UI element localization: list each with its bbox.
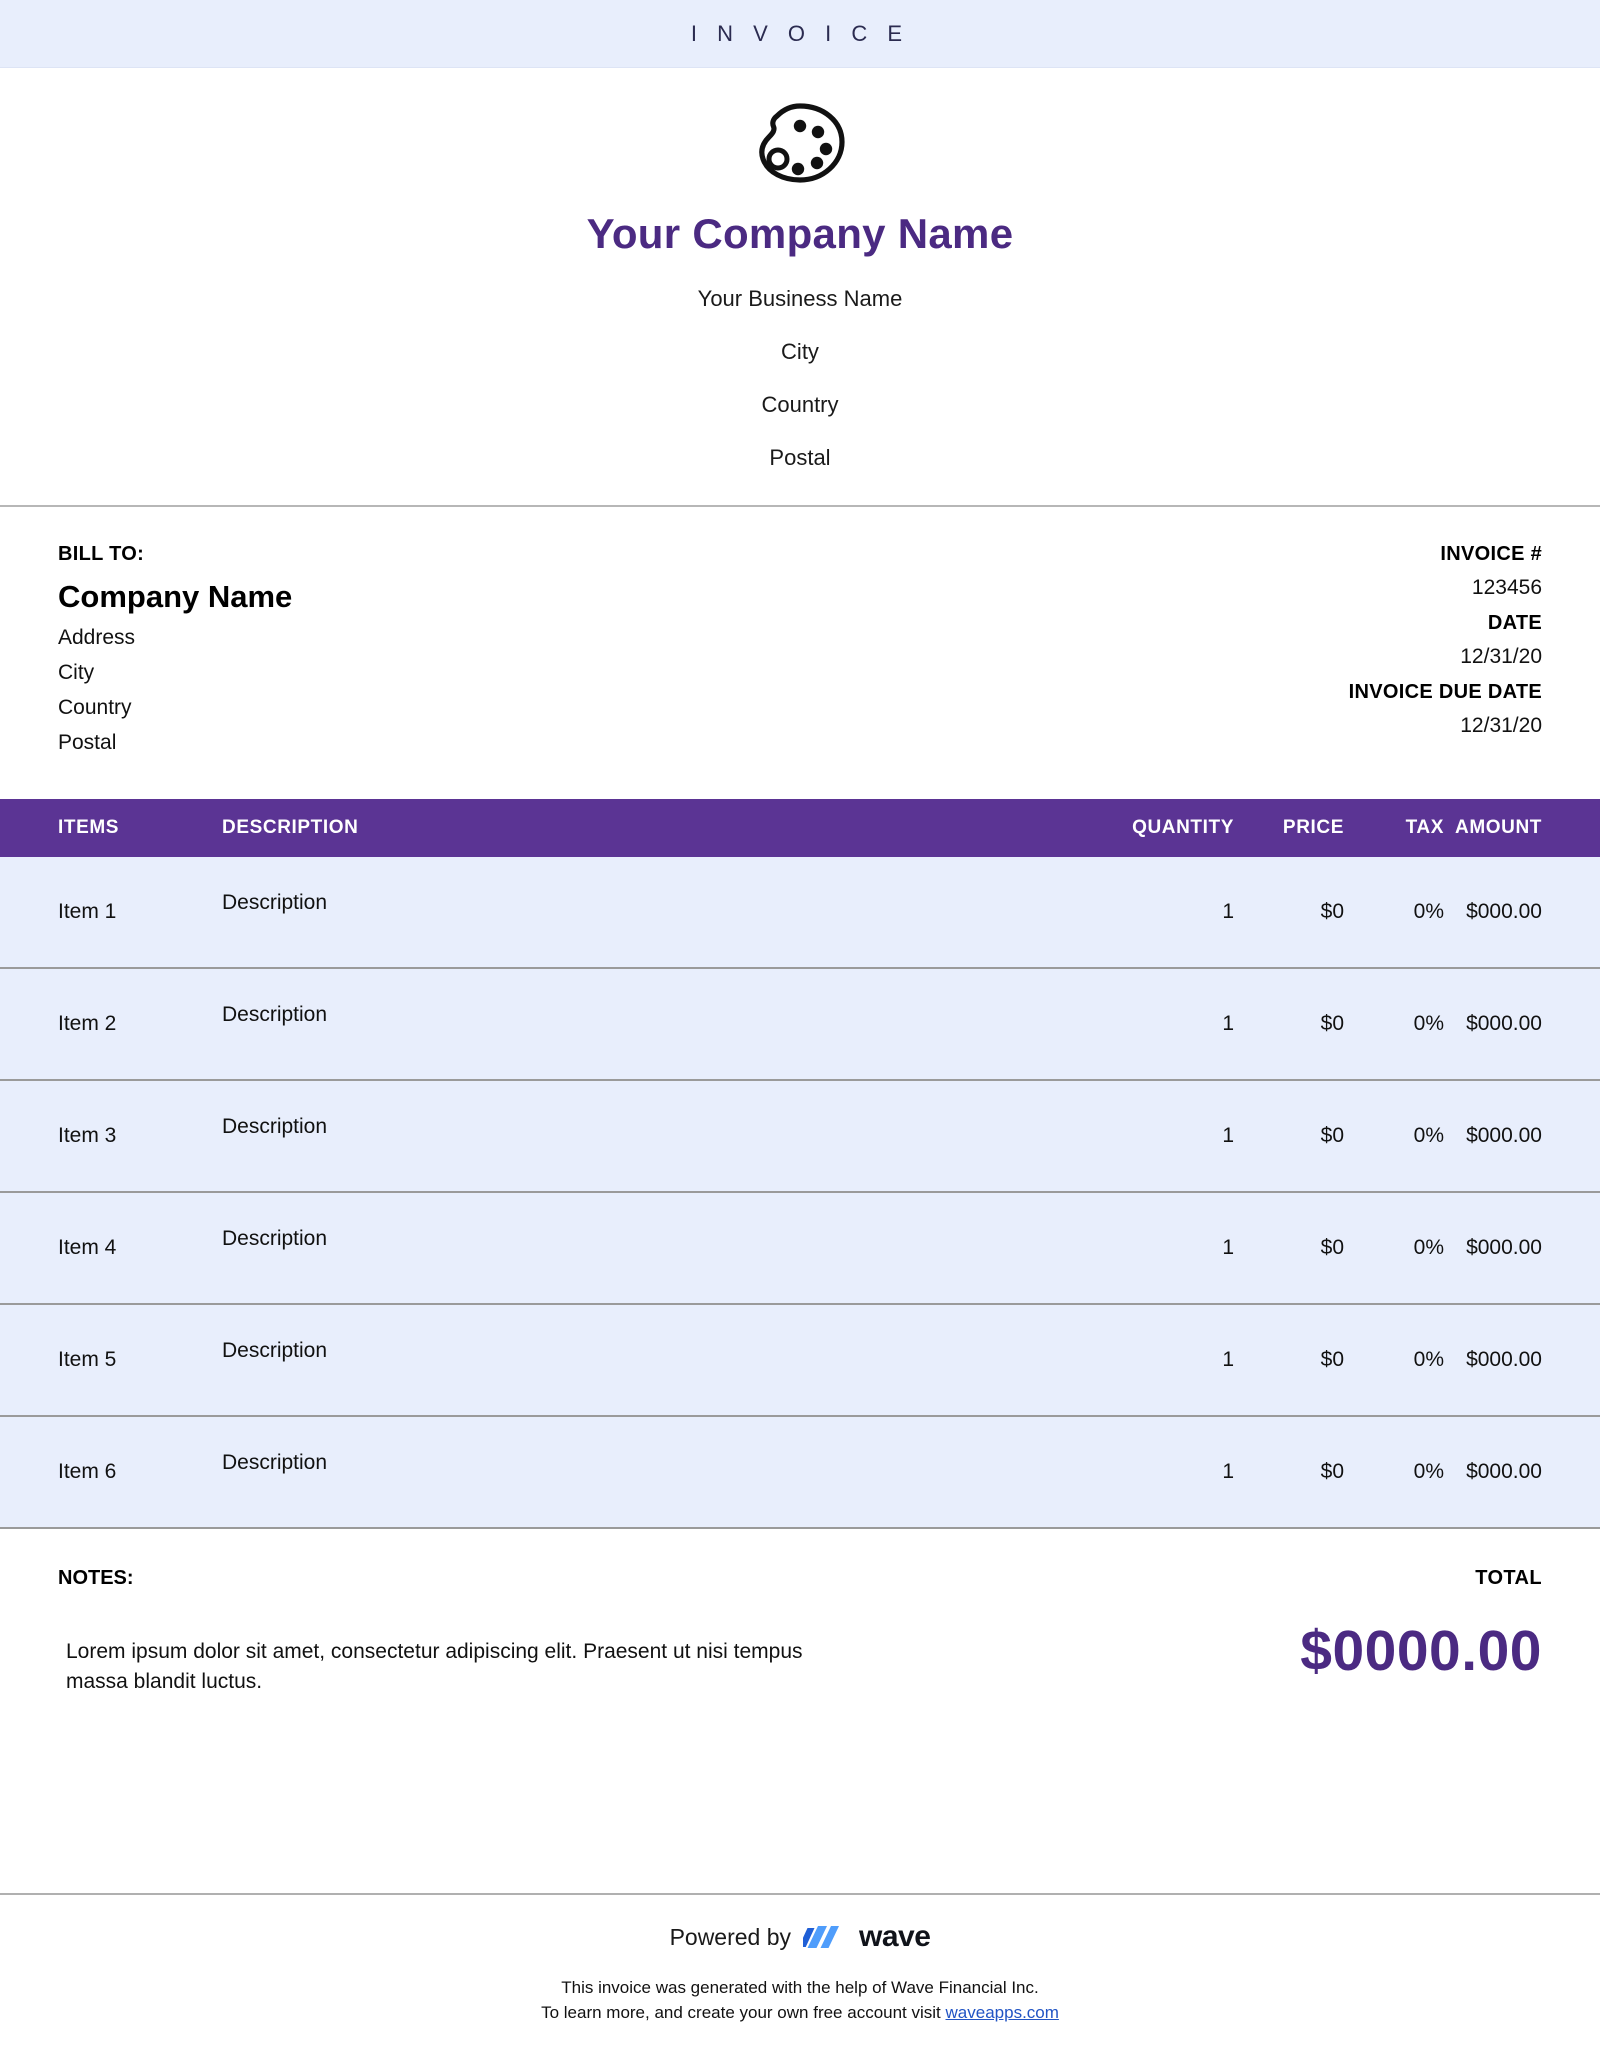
row-price: $0 bbox=[1320, 1348, 1344, 1371]
row-description: Description bbox=[222, 891, 328, 914]
notes-body: Lorem ipsum dolor sit amet, consectetur … bbox=[66, 1640, 803, 1693]
row-quantity: 1 bbox=[1222, 1236, 1234, 1259]
invoice-date-label: DATE bbox=[1487, 612, 1542, 634]
footer-note: This invoice was generated with the help… bbox=[0, 1976, 1600, 2025]
table-row: Item 2 Description 1 $0 0% $000.00 bbox=[0, 969, 1600, 1081]
footer-divider bbox=[0, 1893, 1600, 1895]
powered-by-row: Powered by wave bbox=[0, 1920, 1600, 1954]
header-items: ITEMS bbox=[58, 817, 120, 838]
logo-wrap bbox=[0, 96, 1600, 192]
table-header-row: ITEMS DESCRIPTION QUANTITY PRICE TAX AMO… bbox=[0, 799, 1600, 857]
palette-icon bbox=[759, 103, 845, 183]
masthead: Your Company Name Your Business Name Cit… bbox=[0, 68, 1600, 507]
business-name: Your Business Name bbox=[697, 286, 903, 311]
bill-to-city: City bbox=[58, 661, 95, 684]
table-row: Item 4 Description 1 $0 0% $000.00 bbox=[0, 1193, 1600, 1305]
bill-to-country: Country bbox=[58, 696, 132, 719]
row-price: $0 bbox=[1320, 1124, 1344, 1147]
company-name: Your Company Name bbox=[586, 210, 1014, 257]
row-quantity: 1 bbox=[1222, 900, 1234, 923]
notes-block: NOTES: Lorem ipsum dolor sit amet, conse… bbox=[58, 1567, 818, 1697]
row-item-name: Item 1 bbox=[58, 900, 117, 923]
row-description: Description bbox=[222, 1339, 328, 1362]
row-tax: 0% bbox=[1413, 1124, 1444, 1147]
invoice-page: I N V O I C E Your Company Name Your Bus… bbox=[0, 0, 1600, 2070]
header-tax: TAX bbox=[1405, 817, 1444, 838]
row-amount: $000.00 bbox=[1466, 900, 1542, 923]
row-description: Description bbox=[222, 1003, 328, 1026]
footer-note-line-2: To learn more, and create your own free … bbox=[0, 2001, 1600, 2026]
row-item-name: Item 4 bbox=[58, 1236, 117, 1259]
row-item-name: Item 6 bbox=[58, 1460, 117, 1483]
bill-to-label: BILL TO: bbox=[58, 543, 145, 565]
invoice-meta-section: BILL TO: Company Name Address City Count… bbox=[0, 507, 1600, 755]
powered-by-label: Powered by bbox=[669, 1923, 792, 1950]
bill-to-company: Company Name bbox=[58, 579, 293, 614]
row-description: Description bbox=[222, 1451, 328, 1474]
invoice-number-value: 123456 bbox=[1471, 576, 1542, 599]
footer-note-line-1: This invoice was generated with the help… bbox=[561, 1978, 1039, 1997]
row-quantity: 1 bbox=[1222, 1012, 1234, 1035]
footer: Powered by wave This invoice was generat… bbox=[0, 1920, 1600, 2025]
row-item-name: Item 5 bbox=[58, 1348, 117, 1371]
row-amount: $000.00 bbox=[1466, 1460, 1542, 1483]
bill-to-postal: Postal bbox=[58, 731, 117, 754]
header-description: DESCRIPTION bbox=[222, 817, 359, 838]
table-row: Item 5 Description 1 $0 0% $000.00 bbox=[0, 1305, 1600, 1417]
table-row: Item 6 Description 1 $0 0% $000.00 bbox=[0, 1417, 1600, 1529]
row-amount: $000.00 bbox=[1466, 1348, 1542, 1371]
notes-label: NOTES: bbox=[58, 1567, 134, 1589]
wave-brand-name: wave bbox=[859, 1920, 931, 1953]
total-label: TOTAL bbox=[1475, 1567, 1542, 1589]
row-amount: $000.00 bbox=[1466, 1012, 1542, 1035]
row-tax: 0% bbox=[1413, 900, 1444, 923]
row-quantity: 1 bbox=[1222, 1348, 1234, 1371]
row-description: Description bbox=[222, 1227, 328, 1250]
row-price: $0 bbox=[1320, 1012, 1344, 1035]
business-city: City bbox=[781, 339, 819, 364]
wave-logo-icon bbox=[803, 1926, 840, 1948]
header-quantity: QUANTITY bbox=[1132, 817, 1234, 838]
items-table: ITEMS DESCRIPTION QUANTITY PRICE TAX AMO… bbox=[0, 799, 1600, 1529]
row-amount: $000.00 bbox=[1466, 1236, 1542, 1259]
invoice-due-date-value: 12/31/20 bbox=[1460, 714, 1542, 737]
business-country: Country bbox=[761, 392, 839, 417]
table-row: Item 1 Description 1 $0 0% $000.00 bbox=[0, 857, 1600, 969]
table-row: Item 3 Description 1 $0 0% $000.00 bbox=[0, 1081, 1600, 1193]
invoice-due-date-label: INVOICE DUE DATE bbox=[1348, 681, 1542, 703]
row-tax: 0% bbox=[1413, 1460, 1444, 1483]
total-amount: $0000.00 bbox=[1300, 1619, 1542, 1683]
row-description: Description bbox=[222, 1115, 328, 1138]
row-item-name: Item 2 bbox=[58, 1012, 117, 1035]
table-body: Item 1 Description 1 $0 0% $000.00 Item 2 Descr… bbox=[0, 857, 1600, 1529]
invoice-details-block: INVOICE # 123456 DATE 12/31/20 INVOICE D… bbox=[1349, 543, 1542, 755]
row-item-name: Item 3 bbox=[58, 1124, 117, 1147]
header-price: PRICE bbox=[1282, 817, 1344, 838]
row-price: $0 bbox=[1320, 900, 1344, 923]
business-postal: Postal bbox=[769, 445, 831, 470]
row-quantity: 1 bbox=[1222, 1460, 1234, 1483]
invoice-banner: I N V O I C E bbox=[0, 0, 1600, 68]
row-tax: 0% bbox=[1413, 1012, 1444, 1035]
waveapps-link[interactable]: waveapps.com bbox=[946, 2003, 1059, 2022]
row-tax: 0% bbox=[1413, 1236, 1444, 1259]
banner-title: I N V O I C E bbox=[690, 20, 910, 46]
footer-note-prefix: To learn more, and create your own free … bbox=[541, 2002, 946, 2022]
row-quantity: 1 bbox=[1222, 1124, 1234, 1147]
total-block: TOTAL $0000.00 bbox=[1300, 1567, 1542, 1697]
bill-to-block: BILL TO: Company Name Address City Count… bbox=[58, 543, 292, 755]
header-amount: AMOUNT bbox=[1455, 817, 1542, 838]
row-amount: $000.00 bbox=[1466, 1124, 1542, 1147]
row-price: $0 bbox=[1320, 1460, 1344, 1483]
row-tax: 0% bbox=[1413, 1348, 1444, 1371]
bill-to-address: Address bbox=[58, 626, 136, 649]
invoice-number-label: INVOICE # bbox=[1440, 543, 1542, 565]
row-price: $0 bbox=[1320, 1236, 1344, 1259]
invoice-date-value: 12/31/20 bbox=[1460, 645, 1542, 668]
notes-total-section: NOTES: Lorem ipsum dolor sit amet, conse… bbox=[0, 1529, 1600, 1697]
